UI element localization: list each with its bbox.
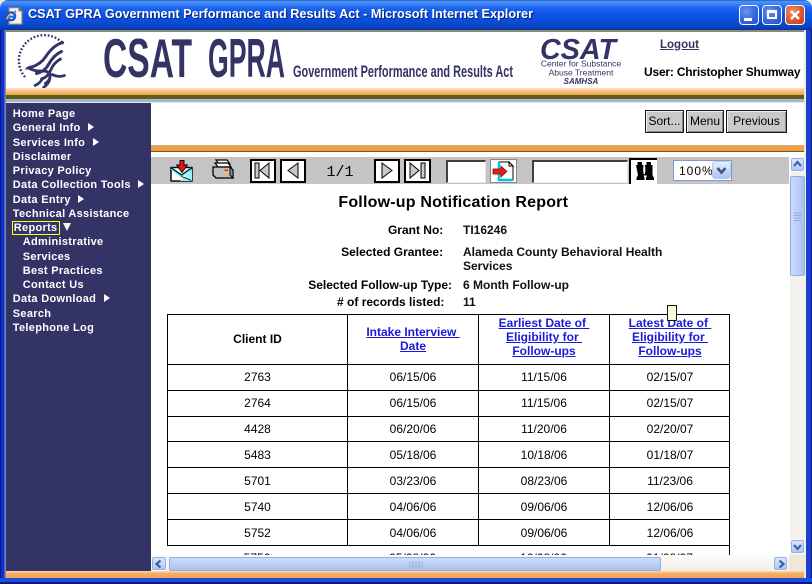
svg-text:Government Performance and Res: Government Performance and Results Act — [293, 62, 513, 81]
svg-text:SAMHSA: SAMHSA — [564, 77, 599, 86]
svg-text:GPRA: GPRA — [208, 32, 285, 88]
svg-text:Abuse Treatment: Abuse Treatment — [549, 68, 614, 78]
svg-text:CSAT: CSAT — [103, 32, 192, 88]
